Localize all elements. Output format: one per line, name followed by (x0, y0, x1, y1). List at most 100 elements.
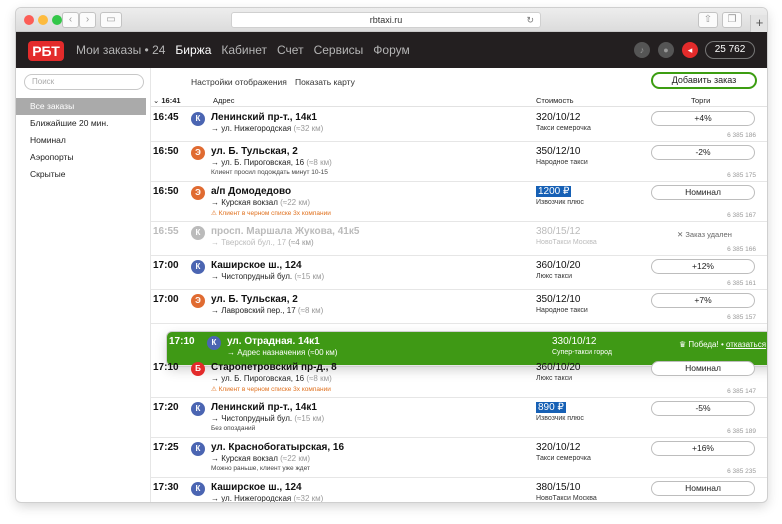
order-note: ⚠ Клиент в черном списке 3х компании (211, 210, 331, 217)
reload-icon[interactable]: ↻ (526, 13, 534, 27)
bid-button[interactable]: +4% (651, 111, 755, 126)
order-price: 320/10/12 (536, 442, 581, 453)
order-id: 6 385 186 (727, 132, 756, 139)
bid-header: Торги (691, 96, 711, 105)
show-map-link[interactable]: Показать карту (295, 77, 355, 87)
service-class-icon: К (191, 112, 205, 126)
table-row[interactable]: 17:10 Б Старопетровский пр-д., 8 → ул. Б. П… (151, 358, 767, 398)
table-row[interactable]: 17:20 К Ленинский пр-т., 14к1 → Чистопрудны… (151, 398, 767, 438)
order-address: ул. Б. Тульская, 2 (211, 146, 298, 157)
forward-icon[interactable]: › (79, 12, 96, 28)
order-time: 16:50 (153, 186, 179, 197)
refuse-link[interactable]: отказаться (726, 340, 766, 349)
search-input[interactable]: Поиск (24, 74, 144, 90)
order-address: Ленинский пр-т., 14к1 (211, 112, 317, 123)
service-class-icon: К (207, 336, 221, 350)
sidebar: Поиск Все заказы Ближайшие 20 мин. Номин… (16, 68, 150, 502)
order-time: 17:10 (153, 362, 179, 373)
mute-icon[interactable]: ◂ (682, 42, 698, 58)
maximize-window-button[interactable] (52, 15, 62, 25)
table-row[interactable]: 16:50 Эа/п Домодедово → Курская вокзал (≈2… (151, 182, 767, 222)
table-row[interactable]: 17:30 К Каширское ш., 124 → ул. Нижегородск… (151, 478, 767, 502)
nav-exchange[interactable]: Биржа (175, 43, 211, 57)
service-class-icon: К (191, 402, 205, 416)
service-class-icon: Э (191, 146, 205, 160)
bell-icon[interactable]: ♪ (634, 42, 650, 58)
bid-button[interactable]: +12% (651, 259, 755, 274)
order-destination: → Чистопрудный бул. (≈15 км) (211, 272, 325, 281)
taxi-service: Народное такси (536, 159, 588, 166)
table-row[interactable]: 17:00 К Каширское ш., 124 → Чистопрудный бу… (151, 256, 767, 290)
taxi-service: Такси семерочка (536, 455, 591, 462)
share-icon[interactable]: ⇧ (698, 12, 718, 28)
table-row[interactable]: 16:55 Кпросп. Маршала Жукова, 41к5 → Тверс… (151, 222, 767, 256)
display-settings-link[interactable]: Настройки отображения (191, 77, 287, 87)
table-row[interactable]: 16:50 Эул. Б. Тульская, 2 → ул. Б. Пирогов… (151, 142, 767, 182)
add-order-button[interactable]: Добавить заказ (651, 72, 757, 89)
sidebar-item-all[interactable]: Все заказы (16, 98, 146, 115)
top-navigation: РБТ Мои заказы • 24 Биржа Кабинет Счет С… (16, 32, 767, 68)
sidebar-toggle-icon[interactable]: ▭ (100, 12, 122, 28)
table-header: ⌄ 16:41 Адрес Стоимость Торги (151, 95, 767, 107)
order-address: Старопетровский пр-д., 8 (211, 362, 337, 373)
order-destination: → ул. Нижегородская (≈32 км) (211, 494, 324, 502)
address-bar[interactable]: rbtaxi.ru ↻ (231, 12, 541, 28)
logo[interactable]: РБТ (28, 41, 64, 61)
tabs-icon[interactable]: ❐ (722, 12, 742, 28)
order-destination: → ул. Нижегородская (≈32 км) (211, 124, 324, 133)
sidebar-item-nominal[interactable]: Номинал (16, 132, 146, 149)
nav-my-orders[interactable]: Мои заказы • 24 (76, 43, 165, 57)
order-price: 320/10/12 (536, 112, 581, 123)
service-class-icon: Э (191, 294, 205, 308)
order-destination: → Адрес назначения (≈00 км) (227, 348, 338, 357)
minimize-window-button[interactable] (38, 15, 48, 25)
table-row[interactable]: 17:00 Эул. Б. Тульская, 2 → Лавровский пер… (151, 290, 767, 324)
nav-forum[interactable]: Форум (373, 43, 409, 57)
order-price: 380/15/10 (536, 482, 581, 493)
order-time: 17:20 (153, 402, 179, 413)
back-icon[interactable]: ‹ (62, 12, 79, 28)
trophy-icon: ♛ (679, 340, 687, 349)
order-price: 330/10/12 (552, 336, 597, 347)
order-id: 6 385 167 (727, 212, 756, 219)
order-id: 6 385 166 (727, 246, 756, 253)
taxi-service: Люкс такси (536, 273, 573, 280)
order-destination: → Курская вокзал (≈22 км) (211, 454, 310, 463)
sidebar-item-airports[interactable]: Аэропорты (16, 149, 146, 166)
order-destination: → Чистопрудный бул. (≈15 км) (211, 414, 325, 423)
bid-button[interactable]: Номинал (651, 361, 755, 376)
order-destination: → Тверской бул., 17 (≈4 км) (211, 238, 314, 247)
order-price: 350/12/10 (536, 294, 581, 305)
time-header[interactable]: ⌄ 16:41 (153, 96, 181, 105)
table-row[interactable]: 17:25 Кул. Краснобогатырская, 16 → Курская… (151, 438, 767, 478)
order-time: 17:00 (153, 260, 179, 271)
sidebar-item-nearest[interactable]: Ближайшие 20 мин. (16, 115, 146, 132)
win-label: ♛ Победа! • отказаться (679, 340, 767, 349)
bid-button[interactable]: -5% (651, 401, 755, 416)
new-tab-button[interactable]: + (750, 15, 767, 32)
order-address: ул. Отрадная. 14к1 (227, 336, 320, 347)
bid-button[interactable]: Номинал (651, 185, 755, 200)
table-row[interactable]: 16:45 К Ленинский пр-т., 14к1 → ул. Нижегор… (151, 108, 767, 142)
order-id: 6 385 189 (727, 428, 756, 435)
browser-window: ‹ › ▭ rbtaxi.ru ↻ ⇧ ❐ + РБТ Мои заказы •… (16, 8, 767, 502)
order-price: 380/15/12 (536, 226, 581, 237)
service-class-icon: К (191, 260, 205, 274)
balance-badge[interactable]: 25 762 (705, 41, 755, 59)
chat-icon[interactable]: ● (658, 42, 674, 58)
bid-button[interactable]: -2% (651, 145, 755, 160)
close-window-button[interactable] (24, 15, 34, 25)
bid-button[interactable]: Номинал (651, 481, 755, 496)
order-address: а/п Домодедово (211, 186, 292, 197)
bid-button[interactable]: +7% (651, 293, 755, 308)
order-time: 16:45 (153, 112, 179, 123)
nav-services[interactable]: Сервисы (314, 43, 364, 57)
bid-button[interactable]: +16% (651, 441, 755, 456)
taxi-service: Извозчик плюс (536, 199, 584, 206)
nav-account[interactable]: Счет (277, 43, 304, 57)
order-price: 360/10/20 (536, 260, 581, 271)
nav-cabinet[interactable]: Кабинет (221, 43, 267, 57)
order-time: 17:10 (169, 336, 195, 347)
sidebar-item-hidden[interactable]: Скрытые (16, 166, 146, 183)
order-price: 360/10/20 (536, 362, 581, 373)
